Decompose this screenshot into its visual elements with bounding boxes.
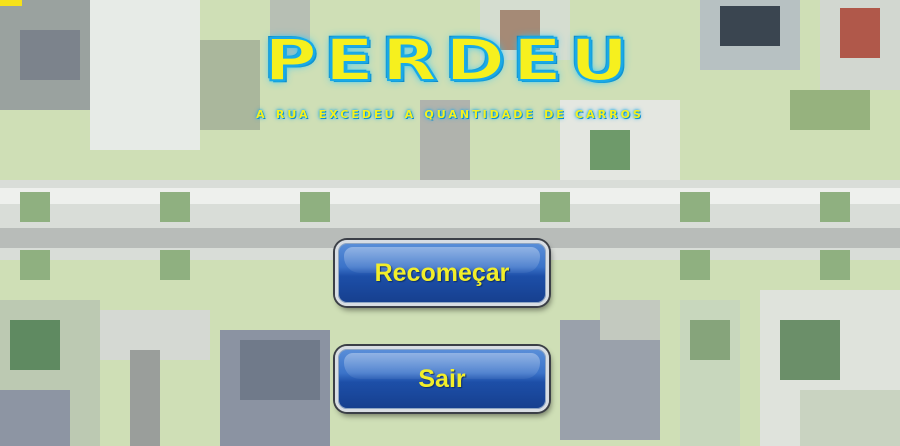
corner-marker <box>0 0 22 6</box>
exit-button-label: Sair <box>418 364 466 393</box>
restart-button[interactable]: Recomeçar <box>335 240 549 306</box>
game-over-subtitle: a rua excedeu a quantidade de carros <box>256 104 644 122</box>
restart-button-label: Recomeçar <box>374 258 510 287</box>
exit-button[interactable]: Sair <box>335 346 549 412</box>
game-over-title: PERDEU <box>263 25 637 95</box>
